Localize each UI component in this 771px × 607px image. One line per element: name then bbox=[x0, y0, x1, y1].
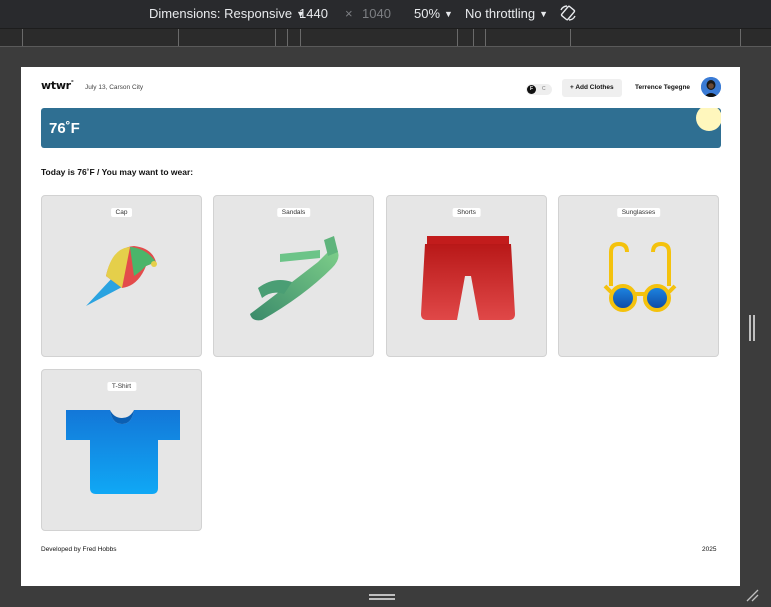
zoom-dropdown[interactable]: 50% ▼ bbox=[414, 6, 453, 21]
weather-card: 76˚F bbox=[41, 108, 721, 148]
recommendation-text: Today is 76˚F / You may want to wear: bbox=[41, 167, 194, 177]
throttling-label: No throttling bbox=[465, 6, 536, 21]
cap-icon bbox=[86, 246, 157, 306]
clothing-card-tshirt[interactable]: T-Shirt bbox=[41, 369, 202, 531]
chevron-down-icon: ▼ bbox=[539, 9, 549, 19]
app-header: wtwr° July 13, Carson City F C + Add Clo… bbox=[41, 77, 721, 99]
logo-text: wtwr bbox=[41, 79, 71, 92]
zoom-label: 50% bbox=[414, 6, 441, 21]
footer-year: 2025 bbox=[702, 546, 717, 553]
weather-temperature: 76˚F bbox=[49, 120, 80, 137]
date-location: July 13, Carson City bbox=[85, 84, 144, 91]
media-query-ruler bbox=[0, 28, 771, 47]
dimensions-label: Dimensions: Responsive bbox=[149, 6, 293, 21]
logo-mark: ° bbox=[70, 79, 74, 87]
times-separator: × bbox=[345, 6, 353, 21]
clothing-card-cap[interactable]: Cap bbox=[41, 195, 202, 357]
footer-credit: Developed by Fred Hobbs bbox=[41, 546, 117, 553]
throttling-dropdown[interactable]: No throttling ▼ bbox=[465, 6, 548, 21]
shorts-icon bbox=[421, 236, 515, 320]
page-viewport: wtwr° July 13, Carson City F C + Add Clo… bbox=[21, 67, 740, 586]
user-name: Terrence Tegegne bbox=[635, 84, 691, 91]
add-clothes-button[interactable]: + Add Clothes bbox=[562, 79, 622, 97]
avatar[interactable] bbox=[701, 77, 721, 97]
dimensions-dropdown[interactable]: Dimensions: Responsive ▼ bbox=[149, 6, 305, 21]
height-input[interactable]: 1040 bbox=[362, 6, 391, 21]
resize-handle-right[interactable] bbox=[749, 315, 755, 341]
toggle-c: C bbox=[542, 86, 546, 92]
resize-handle-bottom[interactable] bbox=[369, 594, 395, 601]
sun-icon bbox=[696, 108, 721, 131]
logo[interactable]: wtwr° bbox=[41, 79, 74, 92]
sandals-icon bbox=[250, 236, 339, 321]
width-input[interactable]: 1440 bbox=[299, 6, 328, 21]
temperature-unit-toggle[interactable]: F C bbox=[526, 84, 552, 95]
toggle-f: F bbox=[527, 85, 536, 94]
sunglasses-icon bbox=[603, 241, 677, 312]
clothing-card-sunglasses[interactable]: Sunglasses bbox=[558, 195, 719, 357]
tshirt-icon bbox=[66, 410, 180, 494]
avatar-image bbox=[701, 77, 721, 97]
resize-corner-icon[interactable] bbox=[745, 588, 759, 602]
devtools-toolbar: Dimensions: Responsive ▼ 1440 × 1040 50% ▼… bbox=[0, 0, 771, 28]
rotate-icon[interactable] bbox=[559, 4, 577, 22]
chevron-down-icon: ▼ bbox=[444, 9, 453, 19]
clothing-card-sandals[interactable]: Sandals bbox=[213, 195, 374, 357]
clothing-card-shorts[interactable]: Shorts bbox=[386, 195, 547, 357]
